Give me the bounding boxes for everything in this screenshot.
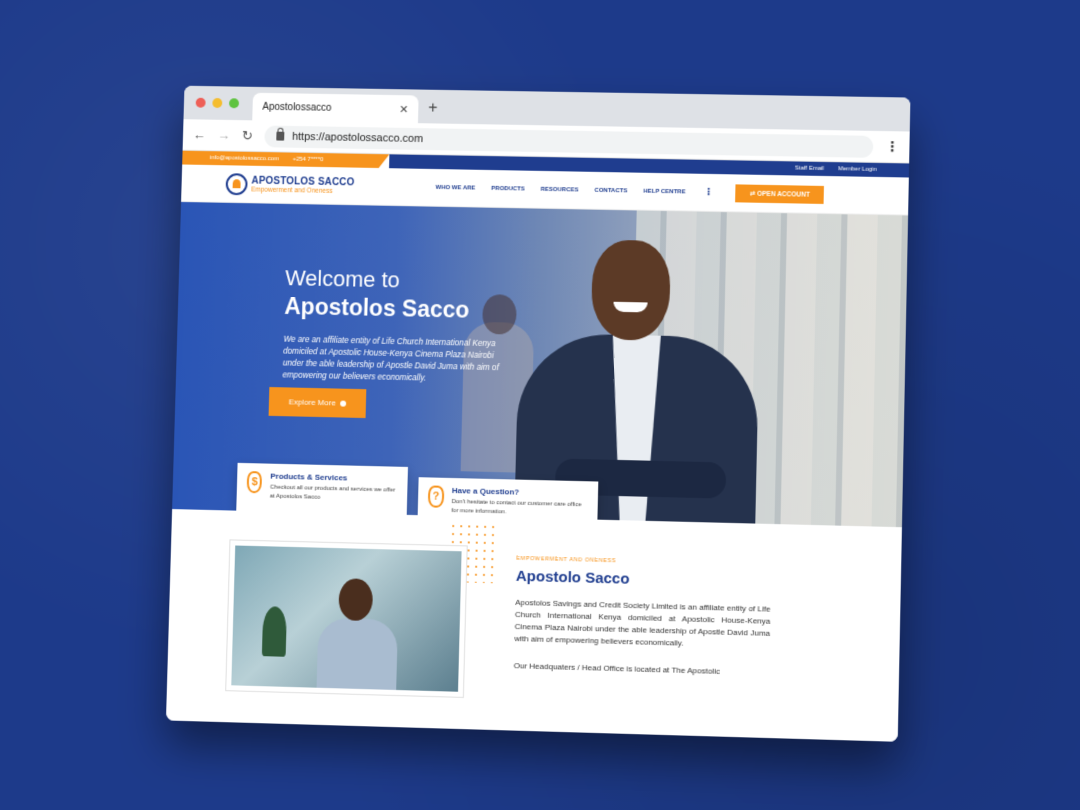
hero-title: Apostolos Sacco	[284, 293, 470, 323]
new-tab-button[interactable]: +	[428, 100, 438, 118]
explore-more-label: Explore More	[288, 397, 336, 408]
close-window-icon[interactable]	[195, 97, 206, 108]
about-paragraph-2: Our Headquaters / Head Office is located…	[513, 661, 720, 676]
card-title: Have a Question?	[451, 485, 520, 497]
topbar-phone[interactable]: +254 7****0	[293, 157, 324, 163]
nav-contacts[interactable]: CONTACTS	[594, 187, 627, 194]
back-icon[interactable]: ←	[193, 127, 206, 142]
hero-welcome: Welcome to	[284, 265, 401, 293]
forward-icon[interactable]: →	[217, 128, 230, 143]
member-login-link[interactable]: Member Login	[838, 166, 877, 173]
url-text: https://apostolossacco.com	[291, 130, 424, 145]
card-title: Products & Services	[270, 471, 348, 483]
about-section: EMPOWERMENT AND ONENESS Apostolo Sacco A…	[165, 509, 902, 742]
hero-text: Welcome to Apostolos Sacco We are an aff…	[282, 265, 515, 386]
about-paragraph: Apostolos Savings and Credit Society Lim…	[514, 597, 771, 648]
about-eyebrow: EMPOWERMENT AND ONENESS	[516, 555, 617, 565]
about-photo	[226, 540, 467, 697]
hero-section: Welcome to Apostolos Sacco We are an aff…	[172, 201, 909, 528]
main-nav: WHO WE ARE PRODUCTS RESOURCES CONTACTS H…	[436, 184, 686, 195]
hero-description: We are an affiliate entity of Life Churc…	[282, 334, 499, 383]
about-heading: Apostolo Sacco	[515, 567, 630, 588]
topbar-email[interactable]: info@apostolossacco.com	[210, 155, 279, 162]
window-controls	[195, 97, 240, 109]
arrow-circle-icon	[339, 400, 346, 407]
staff-email-link[interactable]: Staff Email	[795, 165, 824, 172]
minimize-window-icon[interactable]	[212, 97, 223, 109]
support-headset-icon: ?	[427, 485, 444, 508]
nav-help-centre[interactable]: HELP CENTRE	[643, 188, 685, 195]
money-bag-icon: $	[246, 471, 263, 494]
browser-tab[interactable]: Apostolossacco ✕	[252, 92, 419, 124]
card-description: Checkout all our products and services w…	[269, 484, 396, 501]
nav-products[interactable]: PRODUCTS	[491, 185, 525, 192]
open-account-button[interactable]: ⇄ OPEN ACCOUNT	[735, 183, 825, 204]
browser-menu-icon[interactable]: ⋮	[885, 138, 899, 155]
nav-resources[interactable]: RESOURCES	[541, 186, 579, 193]
logo-emblem-icon	[225, 172, 248, 195]
nav-who-we-are[interactable]: WHO WE ARE	[436, 184, 476, 191]
lock-icon	[276, 131, 285, 141]
about-text: EMPOWERMENT AND ONENESS Apostolo Sacco A…	[514, 556, 772, 678]
tab-title: Apostolossacco	[262, 101, 332, 114]
address-bar[interactable]: https://apostolossacco.com	[264, 125, 874, 158]
site-logo[interactable]: APOSTOLOS SACCO Empowerment and Oneness	[225, 172, 355, 197]
reload-icon[interactable]: ↻	[242, 128, 253, 144]
more-menu-icon[interactable]: ⋮	[704, 187, 714, 198]
browser-window: Apostolossacco ✕ + ← → ↻ https://apostol…	[165, 85, 911, 742]
maximize-window-icon[interactable]	[228, 98, 240, 109]
explore-more-button[interactable]: Explore More	[268, 387, 366, 419]
tab-close-icon[interactable]: ✕	[399, 103, 408, 116]
